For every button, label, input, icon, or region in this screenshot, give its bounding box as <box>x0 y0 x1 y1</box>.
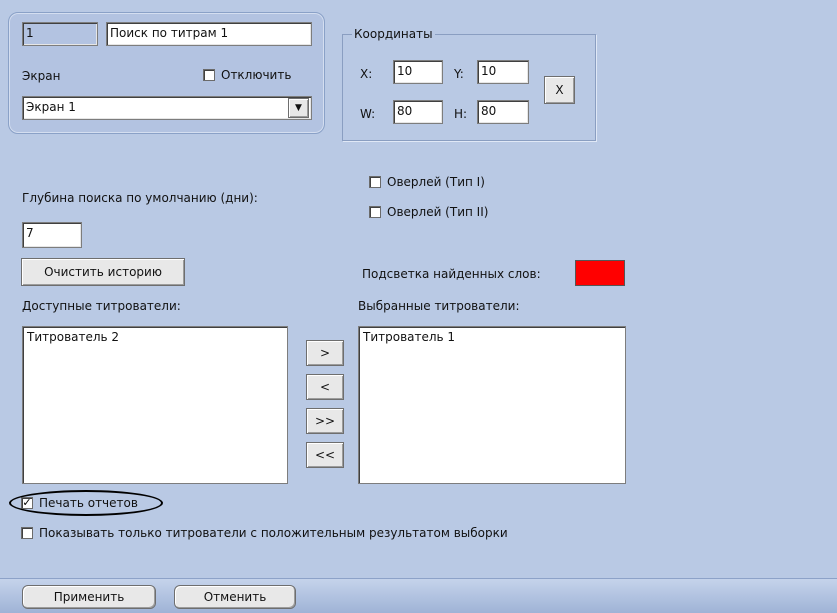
screen-select-dropdown-button[interactable]: ▼ <box>288 98 309 118</box>
list-item[interactable]: Титрователь 1 <box>363 329 621 345</box>
available-label: Доступные титрователи: <box>22 299 181 313</box>
overlay-type2-checkbox[interactable] <box>369 206 381 218</box>
show-positive-only-checkbox[interactable] <box>21 527 33 539</box>
list-item[interactable]: Титрователь 2 <box>27 329 283 345</box>
chevron-down-icon: ▼ <box>295 103 302 113</box>
y-label: Y: <box>454 67 464 81</box>
selected-label: Выбранные титрователи: <box>358 299 520 313</box>
search-depth-label: Глубина поиска по умолчанию (дни): <box>22 191 258 205</box>
cancel-button[interactable]: Отменить <box>174 585 296 609</box>
screen-select-value: Экран 1 <box>26 100 76 114</box>
overlay-type2-label: Оверлей (Тип II) <box>387 205 489 219</box>
w-label: W: <box>360 107 376 121</box>
overlay-type1-label: Оверлей (Тип I) <box>387 175 485 189</box>
disable-label: Отключить <box>221 68 292 82</box>
y-field[interactable]: 10 <box>477 60 529 84</box>
clear-history-button[interactable]: Очистить историю <box>21 258 185 286</box>
add-all-button[interactable]: >> <box>306 408 344 434</box>
x-label: X: <box>360 67 373 81</box>
w-field[interactable]: 80 <box>393 100 443 124</box>
highlight-color-swatch[interactable] <box>575 260 625 286</box>
remove-button[interactable]: < <box>306 374 344 400</box>
x-field[interactable]: 10 <box>393 60 443 84</box>
add-button[interactable]: > <box>306 340 344 366</box>
annotation-oval <box>9 490 163 516</box>
show-positive-only-label: Показывать только титрователи с положите… <box>39 526 508 540</box>
search-depth-field[interactable]: 7 <box>22 222 82 248</box>
apply-button[interactable]: Применить <box>22 585 156 609</box>
h-field[interactable]: 80 <box>477 100 529 124</box>
overlay-type1-checkbox[interactable] <box>369 176 381 188</box>
h-label: H: <box>454 107 468 121</box>
coordinates-legend: Координаты <box>352 27 435 41</box>
screen-select[interactable]: Экран 1 <box>22 96 312 120</box>
screen-label: Экран <box>22 69 61 83</box>
object-name-field[interactable]: Поиск по титрам 1 <box>106 22 312 46</box>
available-list[interactable]: Титрователь 2 <box>22 326 288 484</box>
remove-all-button[interactable]: << <box>306 442 344 468</box>
reset-coordinates-button[interactable]: X <box>544 76 575 104</box>
selected-list[interactable]: Титрователь 1 <box>358 326 626 484</box>
object-id-field: 1 <box>22 22 98 46</box>
disable-checkbox[interactable] <box>203 69 215 81</box>
highlight-color-label: Подсветка найденных слов: <box>362 267 541 281</box>
